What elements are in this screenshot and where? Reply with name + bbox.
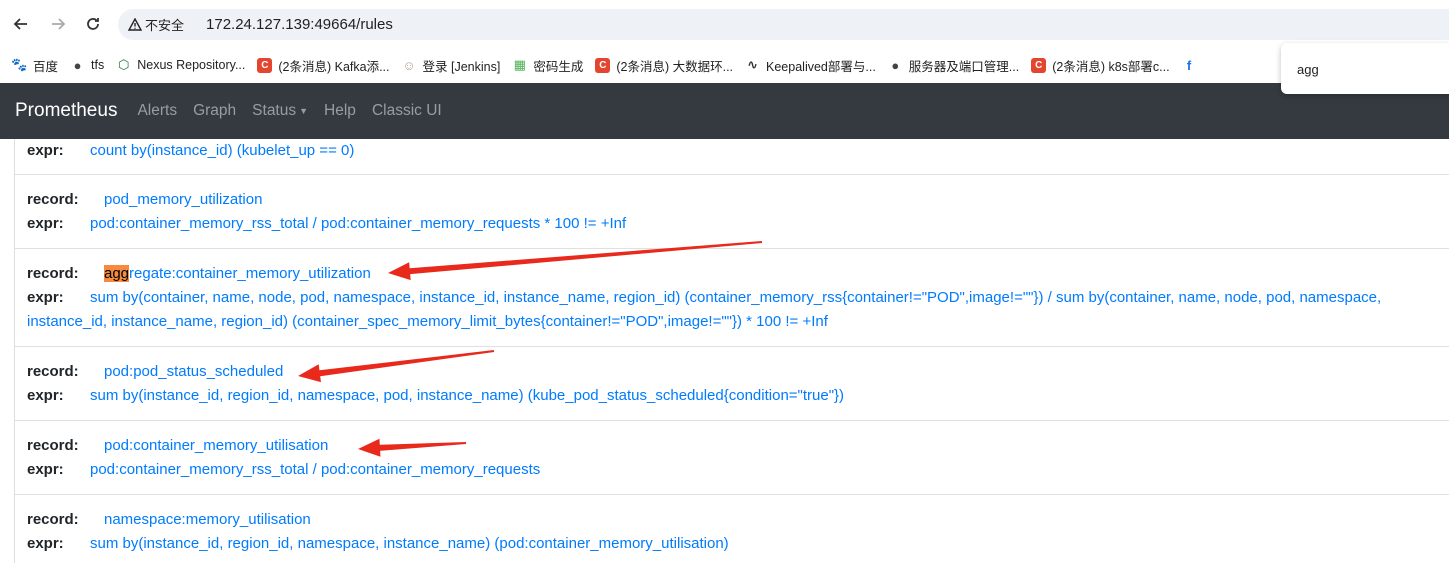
expr-label: expr: [27,142,64,159]
back-arrow-icon[interactable] [9,12,33,36]
rule-expr-row: expr: sum by(container, name, node, pod, … [27,286,1437,334]
rule-group-item: record: aggregate:container_memory_utiliz… [15,249,1449,347]
bookmark-item[interactable]: C (2条消息) k8s部署c... [1031,56,1170,75]
hexagon-icon: ⬡ [118,57,130,72]
forward-arrow-icon[interactable] [46,12,70,36]
rule-group-item: expr: count by(instance_id) (kubelet_up =… [15,139,1449,175]
rule-record-row: record: aggregate:container_memory_utiliz… [27,262,1437,286]
browser-toolbar: 不安全 172.24.127.139:49664/rules [0,0,1449,48]
c-icon: C [1031,57,1047,73]
bookmark-label: 登录 [Jenkins] [422,59,501,74]
rule-group-item: record: pod:pod_status_scheduled expr: sum… [15,347,1449,421]
nav-alerts[interactable]: Alerts [137,102,177,120]
nav-classic-ui[interactable]: Classic UI [372,102,442,120]
rule-record-link[interactable]: pod:pod_status_scheduled [104,363,283,380]
rule-record-row: record: pod:container_memory_utilisation [27,434,1437,458]
rule-expr-link[interactable]: pod:container_memory_rss_total / pod:con… [90,461,540,478]
prometheus-navbar: Prometheus Alerts Graph Status ▼ Help Cl… [0,83,1449,139]
rule-group-item: record: pod:container_memory_utilisation … [15,421,1449,495]
bookmark-label: 密码生成 [533,59,584,74]
bookmark-label: (2条消息) k8s部署c... [1052,59,1170,74]
reload-icon[interactable] [81,12,105,36]
find-match-highlight: agg [104,265,130,282]
bookmark-label: (2条消息) Kafka添... [278,59,390,74]
rule-record-link[interactable]: namespace:memory_utilisation [104,511,311,528]
rule-record-link[interactable]: pod_memory_utilization [104,191,262,208]
rule-expr-link[interactable]: sum by(instance_id, region_id, namespace… [90,535,729,552]
rule-group-item: record: pod_memory_utilization expr: pod:c… [15,175,1449,249]
bookmark-item[interactable]: C (2条消息) Kafka添... [257,56,390,75]
nav-status[interactable]: Status ▼ [252,102,308,120]
record-label: record: [27,511,79,528]
expr-label: expr: [27,535,64,552]
rule-expr-row: expr: sum by(instance_id, region_id, name… [27,532,1437,556]
wave-icon: ∿ [747,57,758,72]
record-name-rest: regate:container_memory_utilization [129,265,371,282]
expr-label: expr: [27,461,64,478]
rule-expr-row: expr: count by(instance_id) (kubelet_up =… [27,139,1437,163]
address-bar[interactable]: 不安全 172.24.127.139:49664/rules [118,9,1449,40]
bookmark-label: 百度 [33,59,59,74]
expr-label: expr: [27,289,64,306]
rule-record-row: record: pod_memory_utilization [27,188,1437,212]
insecure-label: 不安全 [145,18,185,33]
bookmark-label: tfs [91,58,105,72]
url-text: 172.24.127.139:49664/rules [206,16,393,33]
security-warning[interactable]: 不安全 [128,15,184,34]
bookmark-item[interactable]: ▦ 密码生成 [512,56,584,75]
bookmark-label: Keepalived部署与... [766,59,876,74]
bookmarks-bar: 🐾 百度 ● tfs ⬡ Nexus Repository... C (2条消息) Kafka… [0,48,1449,82]
c-icon: C [257,57,273,73]
globe-icon: ● [891,57,900,73]
rule-expr-row: expr: pod:container_memory_rss_total / po… [27,458,1437,482]
bookmark-item[interactable]: 🐾 百度 [11,56,59,75]
rule-record-link[interactable]: aggregate:container_memory_utilization [104,265,371,282]
bookmark-item[interactable]: ∿ Keepalived部署与... [745,56,876,75]
rule-expr-link[interactable]: pod:container_memory_rss_total / pod:con… [90,215,626,232]
globe-icon: ● [73,57,82,73]
bookmark-item[interactable]: ☺ 登录 [Jenkins] [402,56,501,75]
bookmark-item[interactable]: ● 服务器及端口管理... [888,56,1019,75]
brand-logo[interactable]: Prometheus [15,100,117,122]
rule-record-link[interactable]: pod:container_memory_utilisation [104,437,328,454]
nav-help[interactable]: Help [324,102,356,120]
rule-expr-link[interactable]: sum by(container, name, node, pod, names… [27,289,1381,330]
expr-label: expr: [27,215,64,232]
bookmark-label: Nexus Repository... [137,58,246,72]
record-label: record: [27,437,79,454]
record-label: record: [27,363,79,380]
nav-status-label: Status [252,102,297,119]
bookmark-label: 服务器及端口管理... [908,59,1020,74]
nav-graph[interactable]: Graph [193,102,236,120]
warning-triangle-icon [128,18,142,31]
bookmark-item[interactable]: ● tfs [70,57,105,73]
bookmark-item[interactable]: C (2条消息) 大数据环... [595,56,733,75]
find-input-value: agg [1297,62,1319,77]
rule-record-row: record: pod:pod_status_scheduled [27,360,1437,384]
expr-label: expr: [27,387,64,404]
record-label: record: [27,265,79,282]
rule-expr-row: expr: sum by(instance_id, region_id, name… [27,384,1437,408]
rule-expr-row: expr: pod:container_memory_rss_total / po… [27,212,1437,236]
find-in-page-box[interactable]: agg [1281,43,1449,94]
rules-list: expr: count by(instance_id) (kubelet_up =… [14,139,1449,563]
jenkins-icon: ☺ [402,57,416,73]
bookmark-item[interactable]: ⬡ Nexus Repository... [116,57,246,73]
bookmark-overflow-icon[interactable]: f [1182,58,1197,73]
c-icon: C [595,57,611,73]
f-icon: f [1186,57,1192,73]
caret-down-icon: ▼ [299,106,309,116]
rule-group-item: record: namespace:memory_utilisation expr… [15,495,1449,568]
paw-icon: 🐾 [11,57,28,72]
rule-record-row: record: namespace:memory_utilisation [27,508,1437,532]
rule-expr-link[interactable]: count by(instance_id) (kubelet_up == 0) [90,142,354,159]
grid-icon: ▦ [513,57,526,72]
rule-expr-link[interactable]: sum by(instance_id, region_id, namespace… [90,387,844,404]
record-label: record: [27,191,79,208]
bookmark-label: (2条消息) 大数据环... [616,59,734,74]
